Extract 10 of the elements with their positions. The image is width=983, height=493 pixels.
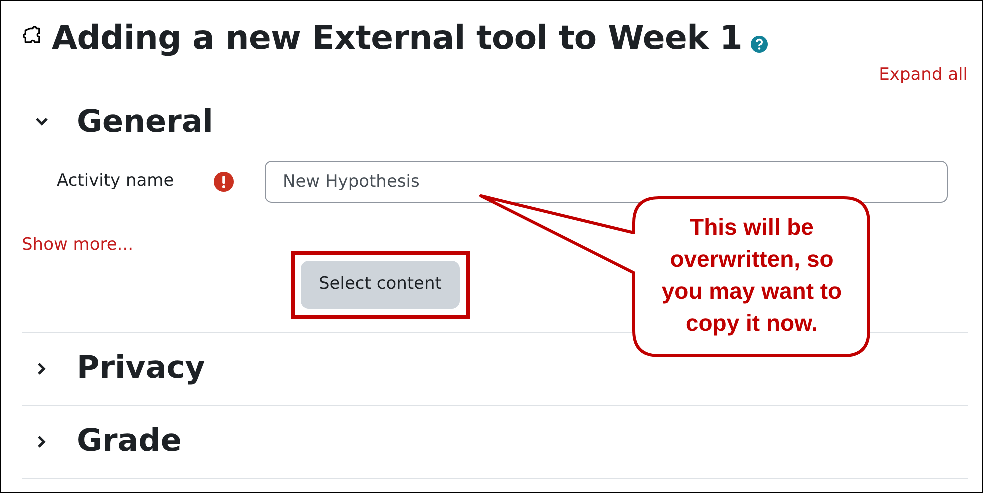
expand-all-link[interactable]: Expand all [879,63,968,86]
text-field[interactable]: New Hypothesis [265,161,948,203]
section-title[interactable]: Grade [77,426,182,457]
show-more-link[interactable]: Show more... [22,233,134,258]
section-title[interactable]: Privacy [77,353,206,384]
callout-text: This will be overwritten, so you may want to copy it now. [660,213,844,338]
help-icon[interactable] [750,36,768,53]
select-content-button[interactable]: Select content [301,260,460,308]
field-label: Activity name [56,170,176,194]
section-title[interactable]: General [77,106,214,138]
